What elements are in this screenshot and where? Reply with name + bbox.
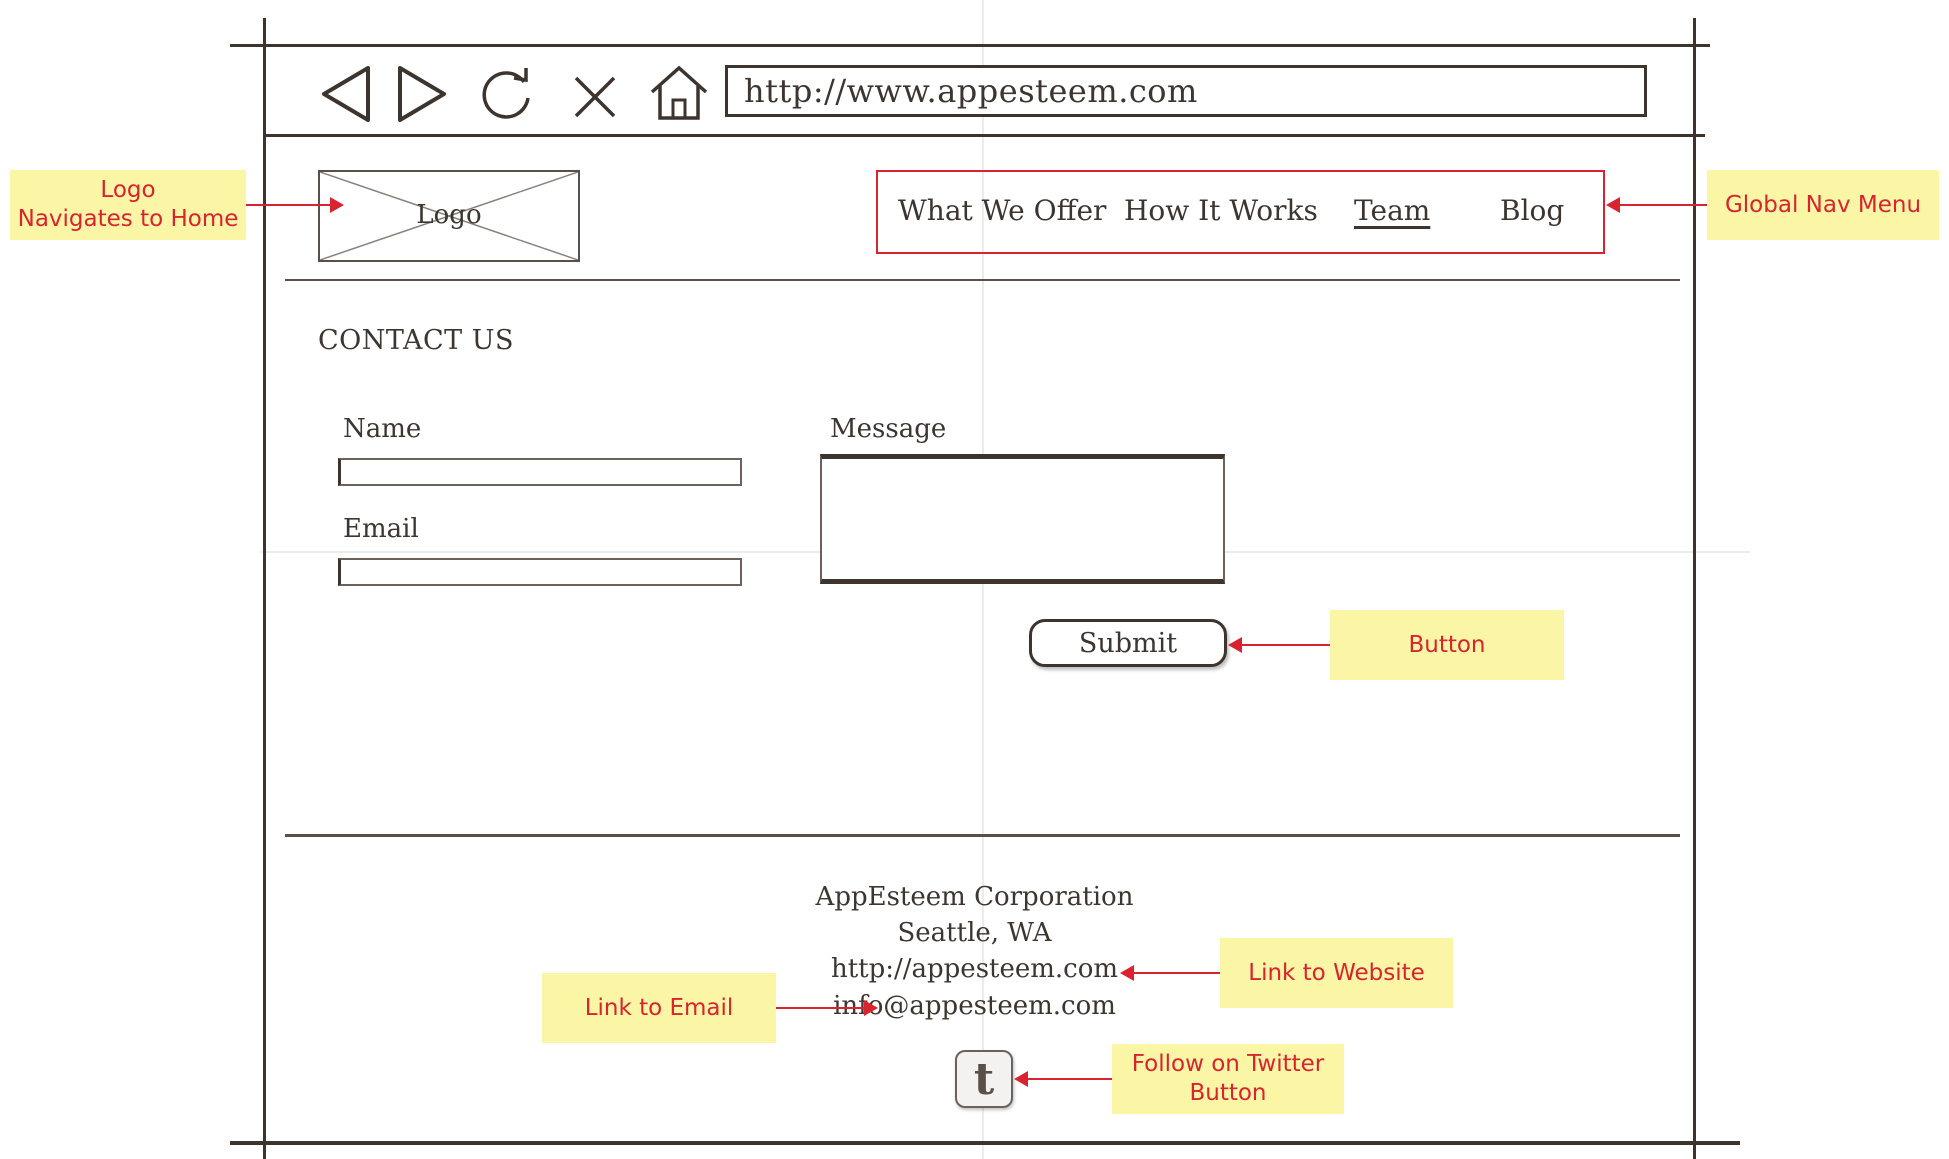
footer-divider	[285, 834, 1680, 837]
page-title: CONTACT US	[318, 325, 514, 356]
annotation-website-arrow	[1120, 965, 1220, 981]
annotation-twitter: Follow on Twitter Button	[1112, 1044, 1344, 1114]
reload-button[interactable]	[478, 66, 538, 124]
logo[interactable]: Logo	[318, 170, 580, 262]
header-divider	[285, 279, 1680, 281]
annotation-email: Link to Email	[542, 973, 776, 1043]
annotation-logo-arrow	[246, 197, 344, 213]
twitter-icon: t	[973, 1053, 995, 1105]
annotation-button-arrow	[1228, 637, 1330, 653]
stop-button[interactable]	[570, 72, 620, 122]
logo-label: Logo	[416, 200, 482, 230]
annotation-logo-line2: Navigates to Home	[17, 206, 239, 232]
forward-arrow-icon	[398, 66, 446, 122]
footer-company: AppEsteem Corporation	[815, 882, 1134, 912]
name-input[interactable]	[338, 458, 742, 486]
reload-icon	[482, 68, 530, 119]
annotation-website-text: Link to Website	[1248, 959, 1425, 986]
annotation-button: Button	[1330, 610, 1564, 680]
annotation-global-nav-arrow	[1606, 197, 1707, 213]
message-label: Message	[830, 414, 947, 444]
back-button[interactable]	[318, 64, 374, 124]
annotation-email-arrow	[776, 1000, 878, 1016]
annotation-logo: Logo Navigates to Home	[10, 170, 246, 240]
nav-item-how-it-works[interactable]: How It Works	[1124, 194, 1318, 227]
annotation-global-nav-text: Global Nav Menu	[1724, 191, 1922, 218]
nav-item-team[interactable]: Team	[1354, 194, 1430, 227]
home-button[interactable]	[648, 64, 710, 122]
twitter-button[interactable]: t	[955, 1050, 1013, 1108]
email-label: Email	[343, 514, 419, 544]
name-label: Name	[343, 414, 422, 444]
forward-button[interactable]	[394, 64, 450, 124]
annotation-button-text: Button	[1408, 631, 1486, 658]
footer-website-link[interactable]: http://appesteem.com	[0, 954, 1949, 984]
footer-email-link[interactable]: info@appesteem.com	[0, 991, 1949, 1021]
footer-location: Seattle, WA	[897, 918, 1052, 948]
address-bar[interactable]: http://www.appesteem.com	[725, 65, 1647, 117]
back-arrow-icon	[322, 66, 370, 122]
home-icon	[650, 65, 708, 120]
submit-button[interactable]: Submit	[1029, 619, 1227, 667]
annotation-twitter-line2: Button	[1189, 1080, 1267, 1106]
nav-item-what-we-offer[interactable]: What We Offer	[898, 194, 1106, 227]
annotation-email-text: Link to Email	[584, 994, 734, 1021]
annotation-twitter-arrow	[1014, 1071, 1112, 1087]
annotation-website: Link to Website	[1220, 938, 1453, 1008]
message-textarea[interactable]	[820, 454, 1225, 584]
global-nav-menu: What We Offer How It Works Team Blog	[876, 170, 1605, 254]
close-icon	[574, 76, 616, 118]
nav-item-blog[interactable]: Blog	[1500, 194, 1564, 227]
annotation-twitter-line1: Follow on Twitter	[1131, 1051, 1325, 1077]
annotation-logo-line1: Logo	[100, 177, 156, 203]
annotation-global-nav: Global Nav Menu	[1707, 170, 1939, 240]
url-text: http://www.appesteem.com	[744, 72, 1198, 110]
email-input[interactable]	[338, 558, 742, 586]
